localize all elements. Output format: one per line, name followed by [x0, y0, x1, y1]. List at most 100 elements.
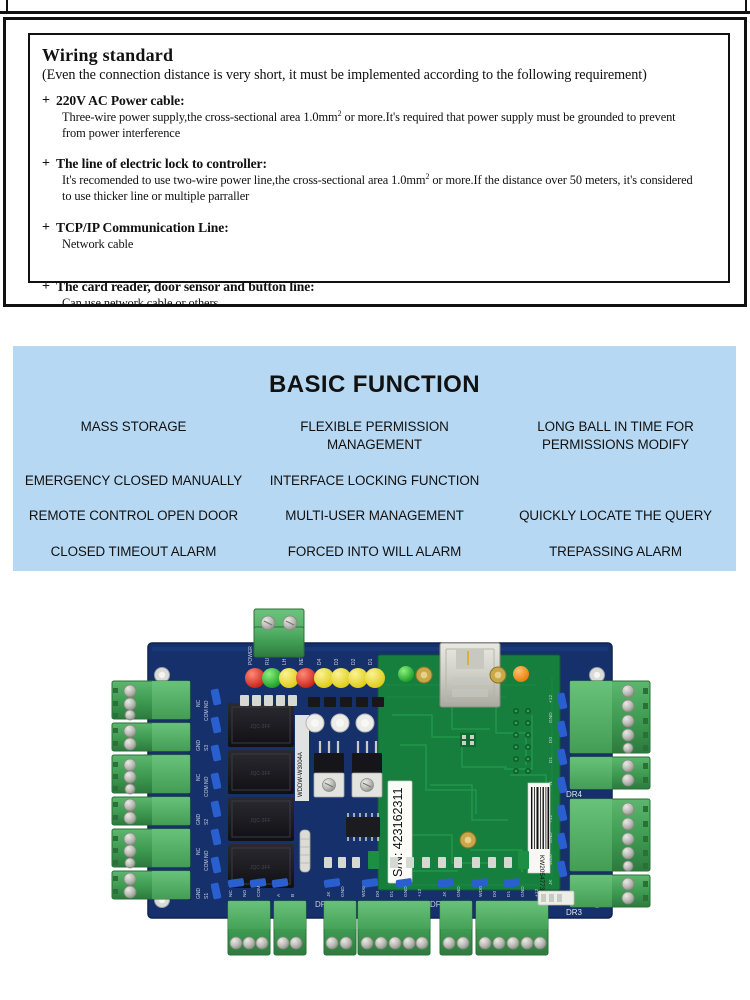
- soic-ic: [346, 813, 380, 841]
- led-net: [296, 668, 316, 688]
- svg-text:GND: GND: [403, 886, 409, 897]
- terminal-block-2pos: [569, 756, 651, 790]
- svg-text:GND: GND: [548, 712, 554, 723]
- wiring-section-heading-text: 220V AC Power cable:: [56, 92, 185, 108]
- wiring-section-heading-text: The card reader, door sensor and button …: [56, 279, 315, 295]
- svg-text:GND: GND: [340, 886, 346, 897]
- silk-label-dr3: DR3: [566, 908, 583, 917]
- basic-function-grid: MASS STORAGE FLEXIBLE PERMISSION MANAGEM…: [13, 418, 736, 561]
- white-connector: [537, 890, 575, 906]
- function-item: REMOTE CONTROL OPEN DOOR: [28, 508, 239, 524]
- svg-text:B: B: [290, 894, 296, 897]
- svg-text:GND: GND: [196, 888, 202, 900]
- wiring-standard-subtitle: (Even the connection distance is very sh…: [42, 66, 647, 83]
- left-terminal-blocks: [111, 680, 191, 900]
- svg-text:WD0: WD0: [478, 886, 484, 897]
- wiring-section-body: Network cable: [62, 237, 134, 252]
- wiring-body-part-b: or more.If the distance over 50 meters, …: [429, 173, 693, 188]
- svg-text:D0: D0: [492, 891, 498, 897]
- function-item: MASS STORAGE: [80, 419, 187, 434]
- wiring-section-body: It's recomended to use two-wire power li…: [62, 173, 716, 205]
- wiring-section-power-cable: + 220V AC Power cable: Three-wire power …: [42, 93, 716, 142]
- basic-function-panel: BASIC FUNCTION MASS STORAGE FLEXIBLE PER…: [13, 346, 736, 571]
- terminal-block-2pos: [111, 870, 191, 900]
- svg-text:+12: +12: [548, 695, 554, 703]
- svg-text:D0: D0: [548, 737, 554, 743]
- svg-text:GND: GND: [196, 814, 202, 826]
- wiring-section-tcpip: + TCP/IP Communication Line: Network cab…: [42, 220, 716, 253]
- svg-text:JQC-3FF: JQC-3FF: [250, 771, 271, 777]
- svg-text:JQC-3FF: JQC-3FF: [250, 865, 271, 871]
- svg-text:NC: NC: [196, 847, 202, 855]
- function-item: EMERGENCY CLOSED MANUALLY: [24, 472, 243, 488]
- wiring-section-heading: + 220V AC Power cable:: [42, 93, 716, 110]
- pcb-product-photo: KW20547730668 S/N: 423162311 POWER RUN L…: [100, 585, 660, 985]
- wiring-section-heading: + TCP/IP Communication Line:: [42, 220, 716, 237]
- terminal-block-3pos: [227, 900, 271, 956]
- svg-text:D3: D3: [334, 658, 340, 665]
- plus-bullet-icon: +: [42, 92, 50, 108]
- electrolytic-capacitors: [305, 713, 375, 733]
- fuse-resistor: [299, 829, 311, 873]
- function-item-empty: [495, 472, 736, 490]
- plus-bullet-icon: +: [42, 279, 50, 295]
- function-item: MULTI-USER MANAGEMENT: [285, 508, 464, 524]
- wiring-section-electric-lock: + The line of electric lock to controlle…: [42, 156, 716, 205]
- wiring-section-heading-text: TCP/IP Communication Line:: [56, 220, 229, 236]
- smd-component-row: [308, 697, 384, 707]
- svg-text:JK: JK: [442, 891, 448, 897]
- wiring-section-heading: + The card reader, door sensor and butto…: [42, 279, 716, 296]
- link-led: [398, 666, 414, 682]
- led-d1: [365, 668, 385, 688]
- svg-text:GND: GND: [196, 740, 202, 752]
- svg-text:S3: S3: [204, 745, 210, 751]
- terminal-block-2pos: [439, 900, 473, 956]
- svg-text:D1: D1: [506, 891, 512, 897]
- plus-bullet-icon: +: [42, 156, 50, 172]
- svg-text:D1: D1: [389, 891, 395, 897]
- svg-text:COM NO: COM NO: [204, 850, 210, 871]
- svg-text:JQC-3FF: JQC-3FF: [250, 724, 271, 730]
- terminal-block-5pos: [357, 900, 431, 956]
- svg-text:NC: NC: [228, 890, 234, 897]
- svg-text:D0: D0: [375, 891, 381, 897]
- svg-text:NO: NO: [242, 890, 248, 897]
- svg-text:LH: LH: [282, 658, 288, 665]
- terminal-block-5pos: [569, 680, 651, 754]
- terminal-block-3pos: [111, 680, 191, 721]
- function-item: LONG BALL IN TIME FOR PERMISSIONS MODIFY: [537, 419, 694, 452]
- svg-text:NC: NC: [196, 773, 202, 781]
- terminal-block-2pos: [111, 796, 191, 826]
- svg-text:GND: GND: [548, 832, 554, 843]
- svg-text:S1: S1: [204, 893, 210, 899]
- svg-text:+12: +12: [534, 889, 540, 897]
- function-item: CLOSED TIMEOUT ALARM: [50, 544, 217, 560]
- wiring-standard-title: Wiring standard: [42, 45, 174, 65]
- act-led: [513, 666, 529, 682]
- basic-function-title: BASIC FUNCTION: [269, 371, 480, 398]
- smd-resistor-row: [240, 695, 297, 706]
- terminal-block-5pos: [475, 900, 549, 956]
- wiring-body-line2: from power interference: [62, 125, 181, 140]
- svg-text:D1: D1: [368, 658, 374, 665]
- svg-text:+12: +12: [548, 815, 554, 823]
- svg-text:S2: S2: [204, 819, 210, 825]
- wiring-section-heading: + The line of electric lock to controlle…: [42, 156, 716, 173]
- power-input-terminal: [253, 608, 305, 658]
- silk-label-dr4: DR4: [566, 790, 583, 799]
- plus-bullet-icon: +: [42, 220, 50, 236]
- svg-text:JK: JK: [548, 879, 554, 885]
- wiring-standard-panel: Wiring standard (Even the connection dis…: [28, 33, 730, 310]
- function-item: QUICKLY LOCATE THE QUERY: [519, 508, 712, 524]
- terminal-block-3pos: [111, 828, 191, 869]
- page-top-frame-strip: [0, 0, 750, 14]
- function-item: TREPASSING ALARM: [549, 544, 682, 560]
- wiring-section-heading-text: The line of electric lock to controller:: [56, 156, 267, 172]
- wiring-body-part-a: Three-wire power supply,the cross-sectio…: [62, 109, 338, 124]
- terminal-block-2pos: [111, 722, 191, 752]
- svg-text:COM: COM: [256, 886, 262, 897]
- svg-text:N: N: [548, 781, 554, 785]
